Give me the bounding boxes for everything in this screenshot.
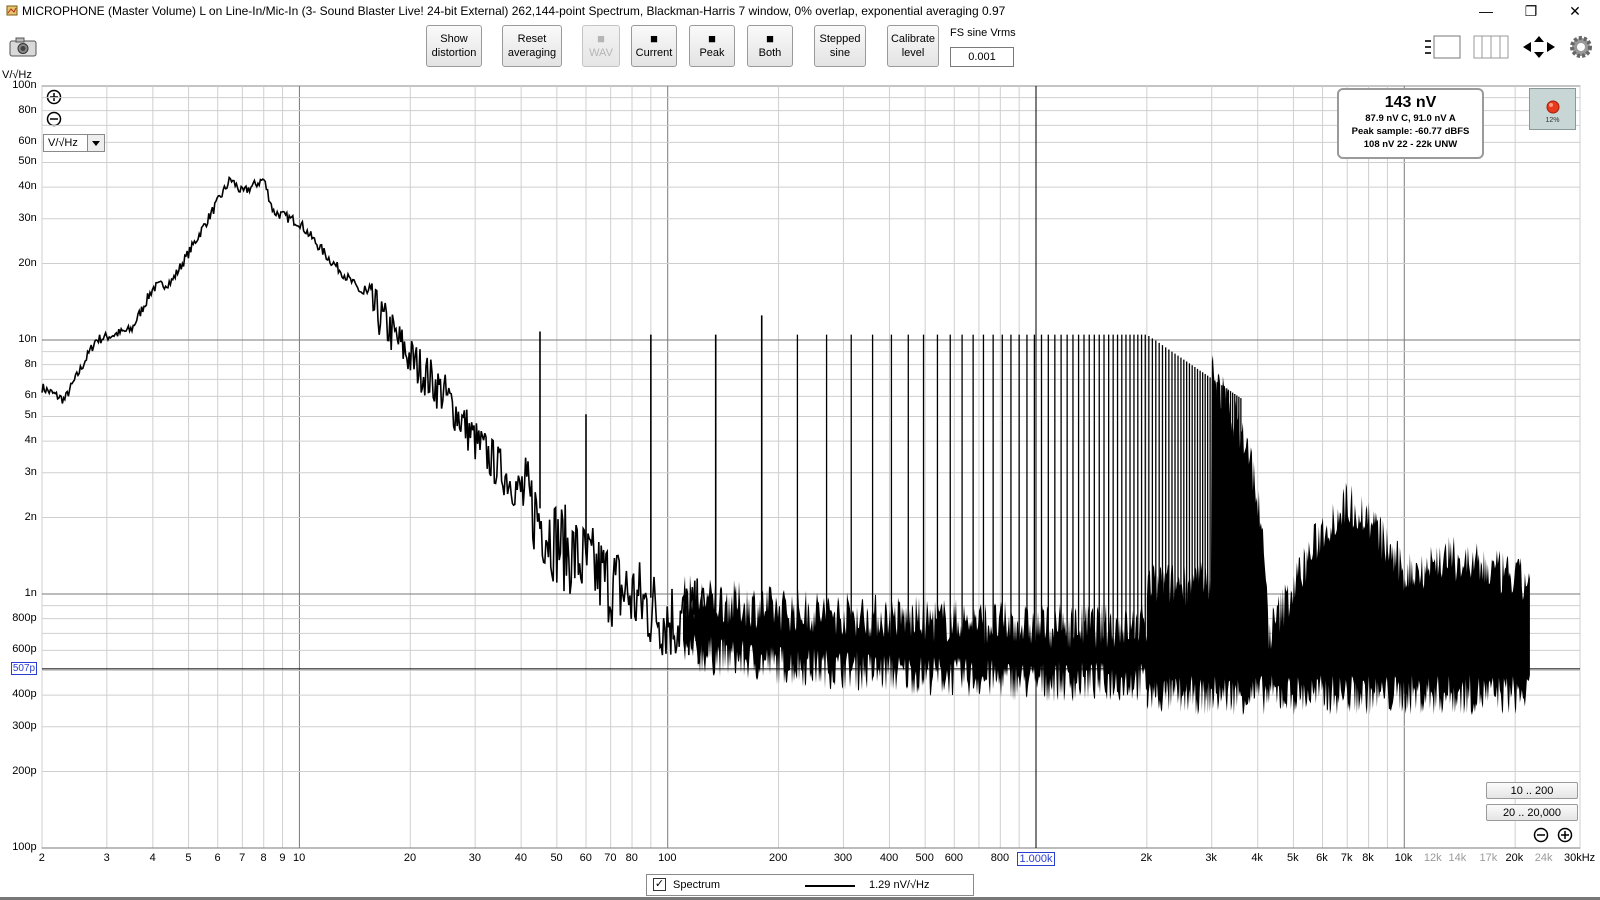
x-tick-label: 24k	[1534, 852, 1553, 864]
status-percent: 12%	[1545, 117, 1560, 124]
x-tick-label: 10k	[1394, 852, 1413, 864]
x-tick-label: 60	[579, 852, 592, 864]
y-tick-label: 200p	[12, 764, 37, 777]
x-tick-label: 20	[403, 852, 417, 864]
readout-weighted: 87.9 nV C, 91.0 nV A	[1365, 113, 1456, 124]
x-tick-label: 2	[38, 852, 45, 864]
x-tick-label: 40	[514, 852, 527, 864]
x-tick-label: 300	[833, 852, 853, 864]
x-tick-label: 4	[149, 852, 156, 864]
level-readout: 143 nV 87.9 nV C, 91.0 nV A Peak sample:…	[1337, 88, 1484, 159]
x-tick-label: 2k	[1140, 852, 1153, 864]
cursor-x-label: 1.000k	[1016, 852, 1055, 866]
x-tick-label: 400	[879, 852, 899, 864]
x-tick-label: 17k	[1479, 852, 1498, 864]
y-tick-label: 4n	[24, 434, 37, 447]
x-tick-label: 200	[768, 852, 788, 864]
x-tick-label: 80	[625, 852, 638, 864]
y-tick-label: 400p	[12, 688, 37, 701]
readout-main: 143 nV	[1384, 94, 1437, 111]
grid	[41, 85, 1581, 849]
legend-series-name: Spectrum	[673, 879, 721, 891]
y-tick-label: 20n	[18, 256, 37, 269]
x-tick-label: 6	[214, 852, 221, 864]
spectrum-lowfreq-line	[41, 175, 710, 664]
x-tick-label: 8	[260, 852, 267, 864]
x-tick-label: 20k	[1505, 852, 1524, 864]
x-tick-label: 6k	[1316, 852, 1328, 864]
y-tick-label: 60n	[18, 135, 37, 148]
y-tick-label: 600p	[12, 643, 37, 656]
y-tick-label: 30n	[18, 211, 37, 224]
x-tick-label: 10	[293, 852, 306, 864]
y-tick-label: 5n	[24, 409, 37, 422]
x-tick-label: 8k	[1362, 852, 1374, 864]
y-tick-label: 6n	[24, 389, 37, 402]
x-tick-label: 5	[185, 852, 192, 864]
readout-peak: Peak sample: -60.77 dBFS	[1351, 126, 1470, 137]
spectrum-hf-band	[1146, 355, 1530, 716]
plot-frame	[41, 85, 1581, 849]
spectrum-checkbox[interactable]: ✓	[653, 878, 666, 891]
y-tick-label: 40n	[18, 180, 37, 193]
y-tick-label: 10n	[18, 333, 37, 345]
zoom-in-x-icon[interactable]	[1557, 827, 1573, 843]
cursor-y-label: 507p	[11, 661, 37, 675]
x-tick-label: 14k	[1448, 852, 1467, 864]
x-tick-label: 3	[103, 852, 110, 864]
spectrum-trace	[41, 175, 1530, 716]
x-tick-label: 70	[604, 852, 617, 864]
y-tick-label: 3n	[24, 465, 37, 478]
readout-unweighted: 108 nV 22 - 22k UNW	[1363, 139, 1458, 150]
x-tick-label: 3k	[1205, 852, 1217, 864]
unit-select[interactable]: V/√Hz	[43, 134, 105, 152]
y-tick-label: 1n	[24, 587, 37, 599]
x-tick-label: 100	[658, 852, 677, 864]
status-indicator[interactable]: 12%	[1529, 88, 1576, 130]
y-tick-label: 80n	[18, 103, 37, 116]
range-20-20000-button[interactable]: 20 .. 20,000	[1486, 804, 1578, 821]
x-tick-label: 600	[944, 852, 964, 864]
y-tick-label: 50n	[18, 155, 37, 168]
x-tick-label: 7k	[1340, 852, 1353, 864]
zoom-out-x-icon[interactable]	[1533, 827, 1549, 843]
x-tick-label: 30	[468, 852, 481, 864]
y-tick-label: 300p	[12, 719, 37, 732]
y-tick-label: 100p	[12, 841, 37, 853]
x-tick-label: 500	[915, 852, 934, 864]
x-tick-label: 5k	[1287, 852, 1299, 864]
cursor	[42, 86, 1580, 848]
x-tick-label: 9	[279, 852, 286, 864]
y-tick-label: 100n	[12, 79, 37, 91]
legend: ✓ Spectrum 1.29 nV/√Hz	[646, 874, 974, 896]
x-tick-label: 7	[239, 852, 246, 864]
y-tick-label: 8n	[24, 357, 37, 370]
y-tick-label: 2n	[24, 510, 37, 523]
record-led-icon	[1546, 100, 1560, 114]
x-tick-label: 30kHz	[1564, 852, 1596, 864]
x-tick-label: 12k	[1423, 852, 1442, 864]
x-tick-label: 50	[550, 852, 563, 864]
y-tick-label: 800p	[12, 611, 37, 624]
chevron-down-icon[interactable]	[87, 135, 104, 151]
x-tick-label: 4k	[1251, 852, 1263, 864]
x-tick-label: 800	[990, 852, 1010, 864]
legend-line-swatch	[805, 885, 855, 887]
range-10-200-button[interactable]: 10 .. 200	[1486, 782, 1578, 799]
legend-series-value: 1.29 nV/√Hz	[869, 879, 930, 891]
